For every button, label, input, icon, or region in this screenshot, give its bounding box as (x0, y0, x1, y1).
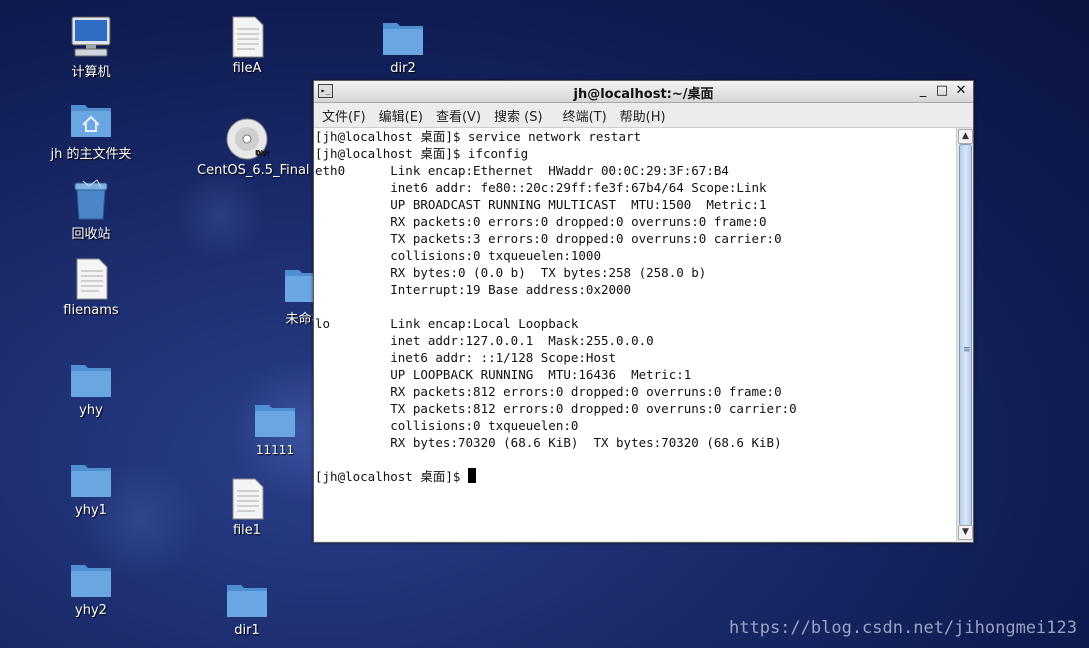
desktop-icon-yhy2[interactable]: yhy2 (41, 557, 141, 618)
desktop-icon-label: 回收站 (71, 227, 111, 242)
desktop-icon-fileA[interactable]: fileA (197, 15, 297, 76)
menu-terminal[interactable]: 终端(T) (563, 106, 607, 125)
menu-help[interactable]: 帮助(H) (620, 106, 666, 125)
dvd-icon: DVD (226, 118, 269, 160)
desktop-icon-centos-dvd[interactable]: DVD CentOS_6.5_Final (197, 117, 310, 178)
close-button[interactable]: ✕ (953, 83, 969, 99)
grip-icon: ≡ (963, 345, 971, 355)
desktop-icon-label: file1 (232, 523, 262, 538)
computer-icon (71, 16, 111, 57)
desktop-icon-file1[interactable]: file1 (197, 477, 297, 538)
folder-icon (71, 465, 111, 497)
window-title: jh@localhost:~/桌面 (573, 87, 714, 102)
terminal-area[interactable]: [jh@localhost 桌面]$ service network resta… (314, 128, 956, 541)
minimize-button[interactable]: _ (915, 83, 931, 99)
window-titlebar[interactable]: ▸_ jh@localhost:~/桌面 _ □ ✕ (314, 81, 973, 103)
home-folder-icon (71, 105, 111, 137)
folder-icon (227, 585, 267, 617)
maximize-button[interactable]: □ (934, 83, 950, 99)
desktop-icon-label: 计算机 (71, 65, 111, 80)
terminal-prompt: [jh@localhost 桌面]$ (315, 469, 468, 484)
terminal-output: [jh@localhost 桌面]$ service network resta… (315, 129, 797, 450)
folder-icon (383, 23, 423, 55)
desktop-icon-computer[interactable]: 计算机 (41, 15, 141, 80)
desktop-icon-label: yhy (79, 403, 103, 418)
desktop-icon-11111[interactable]: 11111 (225, 397, 325, 457)
menu-view[interactable]: 查看(V) (436, 106, 481, 125)
menu-bar: 文件(F) 编辑(E) 查看(V) 搜索 (S) 终端(T) 帮助(H) (314, 103, 973, 128)
vertical-scrollbar[interactable]: ▲ ≡ ▼ (956, 128, 973, 541)
desktop-icon-dir1[interactable]: dir1 (197, 577, 297, 638)
document-icon (76, 258, 108, 300)
desktop-icon-flienams[interactable]: flienams (41, 257, 141, 318)
text-cursor (467, 468, 476, 483)
scroll-up-arrow-icon[interactable]: ▲ (958, 129, 973, 144)
menu-edit[interactable]: 编辑(E) (379, 106, 423, 125)
document-icon (232, 16, 264, 58)
terminal-window: ▸_ jh@localhost:~/桌面 _ □ ✕ 文件(F) 编辑(E) 查… (313, 80, 974, 543)
desktop-icon-label: dir1 (234, 623, 260, 638)
desktop-icon-dir2[interactable]: dir2 (353, 15, 453, 76)
menu-search[interactable]: 搜索 (S) (494, 106, 543, 125)
dvd-badge: DVD (255, 149, 269, 157)
desktop-icon-label: 11111 (255, 443, 295, 457)
desktop-icon-label: yhy2 (75, 603, 107, 618)
desktop-icon-label: yhy1 (75, 503, 107, 518)
desktop-icon-label: jh 的主文件夹 (50, 147, 132, 162)
desktop-icon-trash[interactable]: 回收站 (41, 177, 141, 242)
scrollbar-thumb[interactable]: ≡ (959, 144, 972, 526)
desktop-icon-label: flienams (63, 303, 119, 318)
desktop-icon-label: CentOS_6.5_Final (197, 163, 310, 178)
terminal-text[interactable]: [jh@localhost 桌面]$ service network resta… (314, 128, 956, 485)
scroll-down-arrow-icon[interactable]: ▼ (958, 525, 973, 540)
desktop-icon-yhy[interactable]: yhy (41, 357, 141, 418)
desktop-icon-label: fileA (232, 61, 262, 76)
document-icon (232, 478, 264, 520)
desktop-icon-label: dir2 (390, 61, 416, 76)
folder-icon (71, 565, 111, 597)
folder-icon (255, 405, 295, 437)
watermark: https://blog.csdn.net/jihongmei123 (729, 618, 1077, 638)
desktop-icon-home-folder[interactable]: jh 的主文件夹 (41, 97, 141, 162)
folder-icon (71, 365, 111, 397)
menu-file[interactable]: 文件(F) (322, 106, 366, 125)
desktop-icon-yhy1[interactable]: yhy1 (41, 457, 141, 518)
trash-icon (74, 179, 108, 220)
